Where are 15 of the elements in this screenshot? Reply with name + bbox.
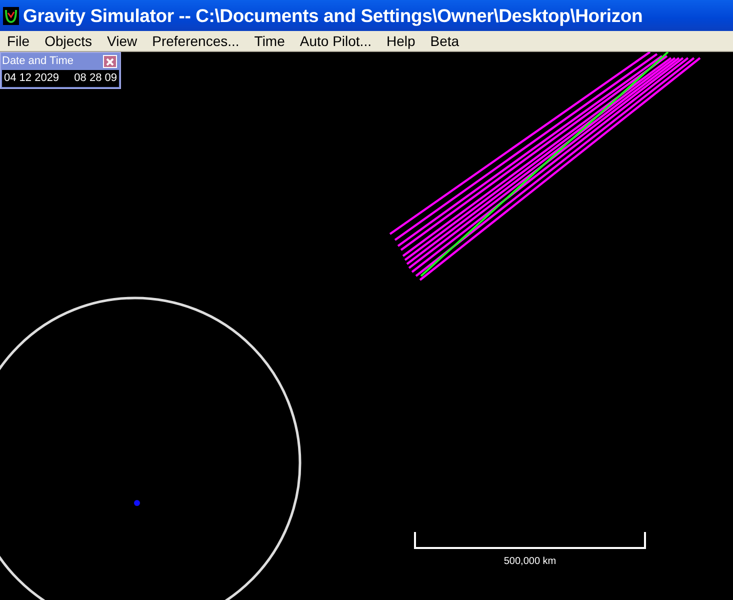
menu-item[interactable]: Help [379,30,424,52]
menu-item[interactable]: Preferences... [145,30,248,52]
time-text: 08 28 09 [74,71,117,86]
menu-item[interactable]: View [100,30,146,52]
window-title: Gravity Simulator -- C:\Documents and Settings\Owner\Desktop\Horizon [23,4,643,28]
close-button[interactable] [103,55,117,68]
app-icon [3,6,19,24]
menu-item[interactable]: File [0,30,38,52]
menu-item[interactable]: Beta [423,30,468,52]
menu-item[interactable]: Objects [38,30,100,52]
menu-item[interactable]: Auto Pilot... [292,30,380,52]
date-text: 04 12 2029 [4,71,60,86]
menu-item[interactable]: Time [247,30,293,52]
scale-label: 500,000 km [504,555,556,569]
panel-title: Date and Time [2,54,74,70]
